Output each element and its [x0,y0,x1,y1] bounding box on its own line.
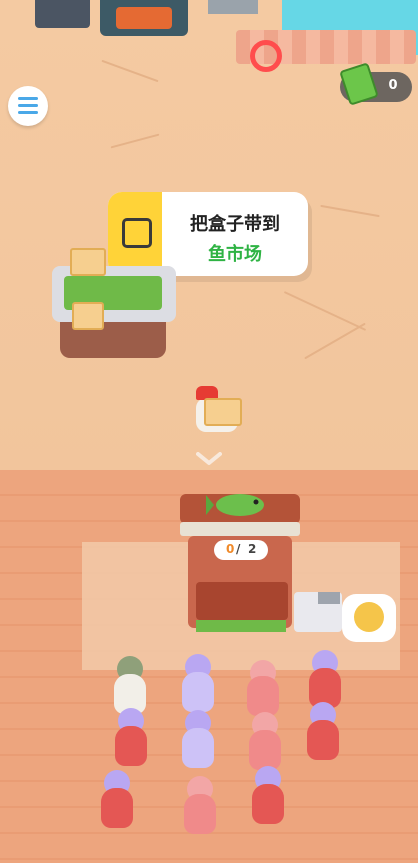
fish-crate-icon [72,302,104,330]
customer [307,720,339,760]
menu-button[interactable] [8,86,48,126]
customer [252,784,284,824]
angry-face-icon [354,602,384,632]
furnace-door [116,7,172,29]
customer [247,676,279,716]
delivery-progress-current: 0 [226,542,235,556]
list-icon [18,97,38,115]
stall-awning [180,522,300,536]
stall-trim [196,620,286,632]
task-instruction: 把盒子带到 [190,214,280,235]
machine [35,0,90,28]
carried-fish-crate-icon [204,398,242,426]
delivery-progress-total: 2 [248,542,257,556]
direction-arrow-icon [196,452,222,465]
fish-icon [206,494,264,516]
lifebuoy-icon [250,40,282,72]
customer [182,728,214,768]
customer [249,730,281,770]
customer [184,794,216,834]
checkbox-icon [122,218,152,248]
customer [101,788,133,828]
task-banner[interactable]: 把盒子带到 鱼市场 [108,192,308,276]
delivery-progress [214,540,268,560]
task-badge [108,192,162,276]
cash-amount: 0 [388,78,398,93]
stall-counter [196,582,288,620]
delivery-progress-separator: / [236,542,241,556]
customer [182,672,214,712]
customer [115,726,147,766]
cash-register-screen [318,592,340,604]
crate [208,0,258,14]
fish-crate-icon [70,248,106,276]
task-destination: 鱼市场 [208,244,262,265]
